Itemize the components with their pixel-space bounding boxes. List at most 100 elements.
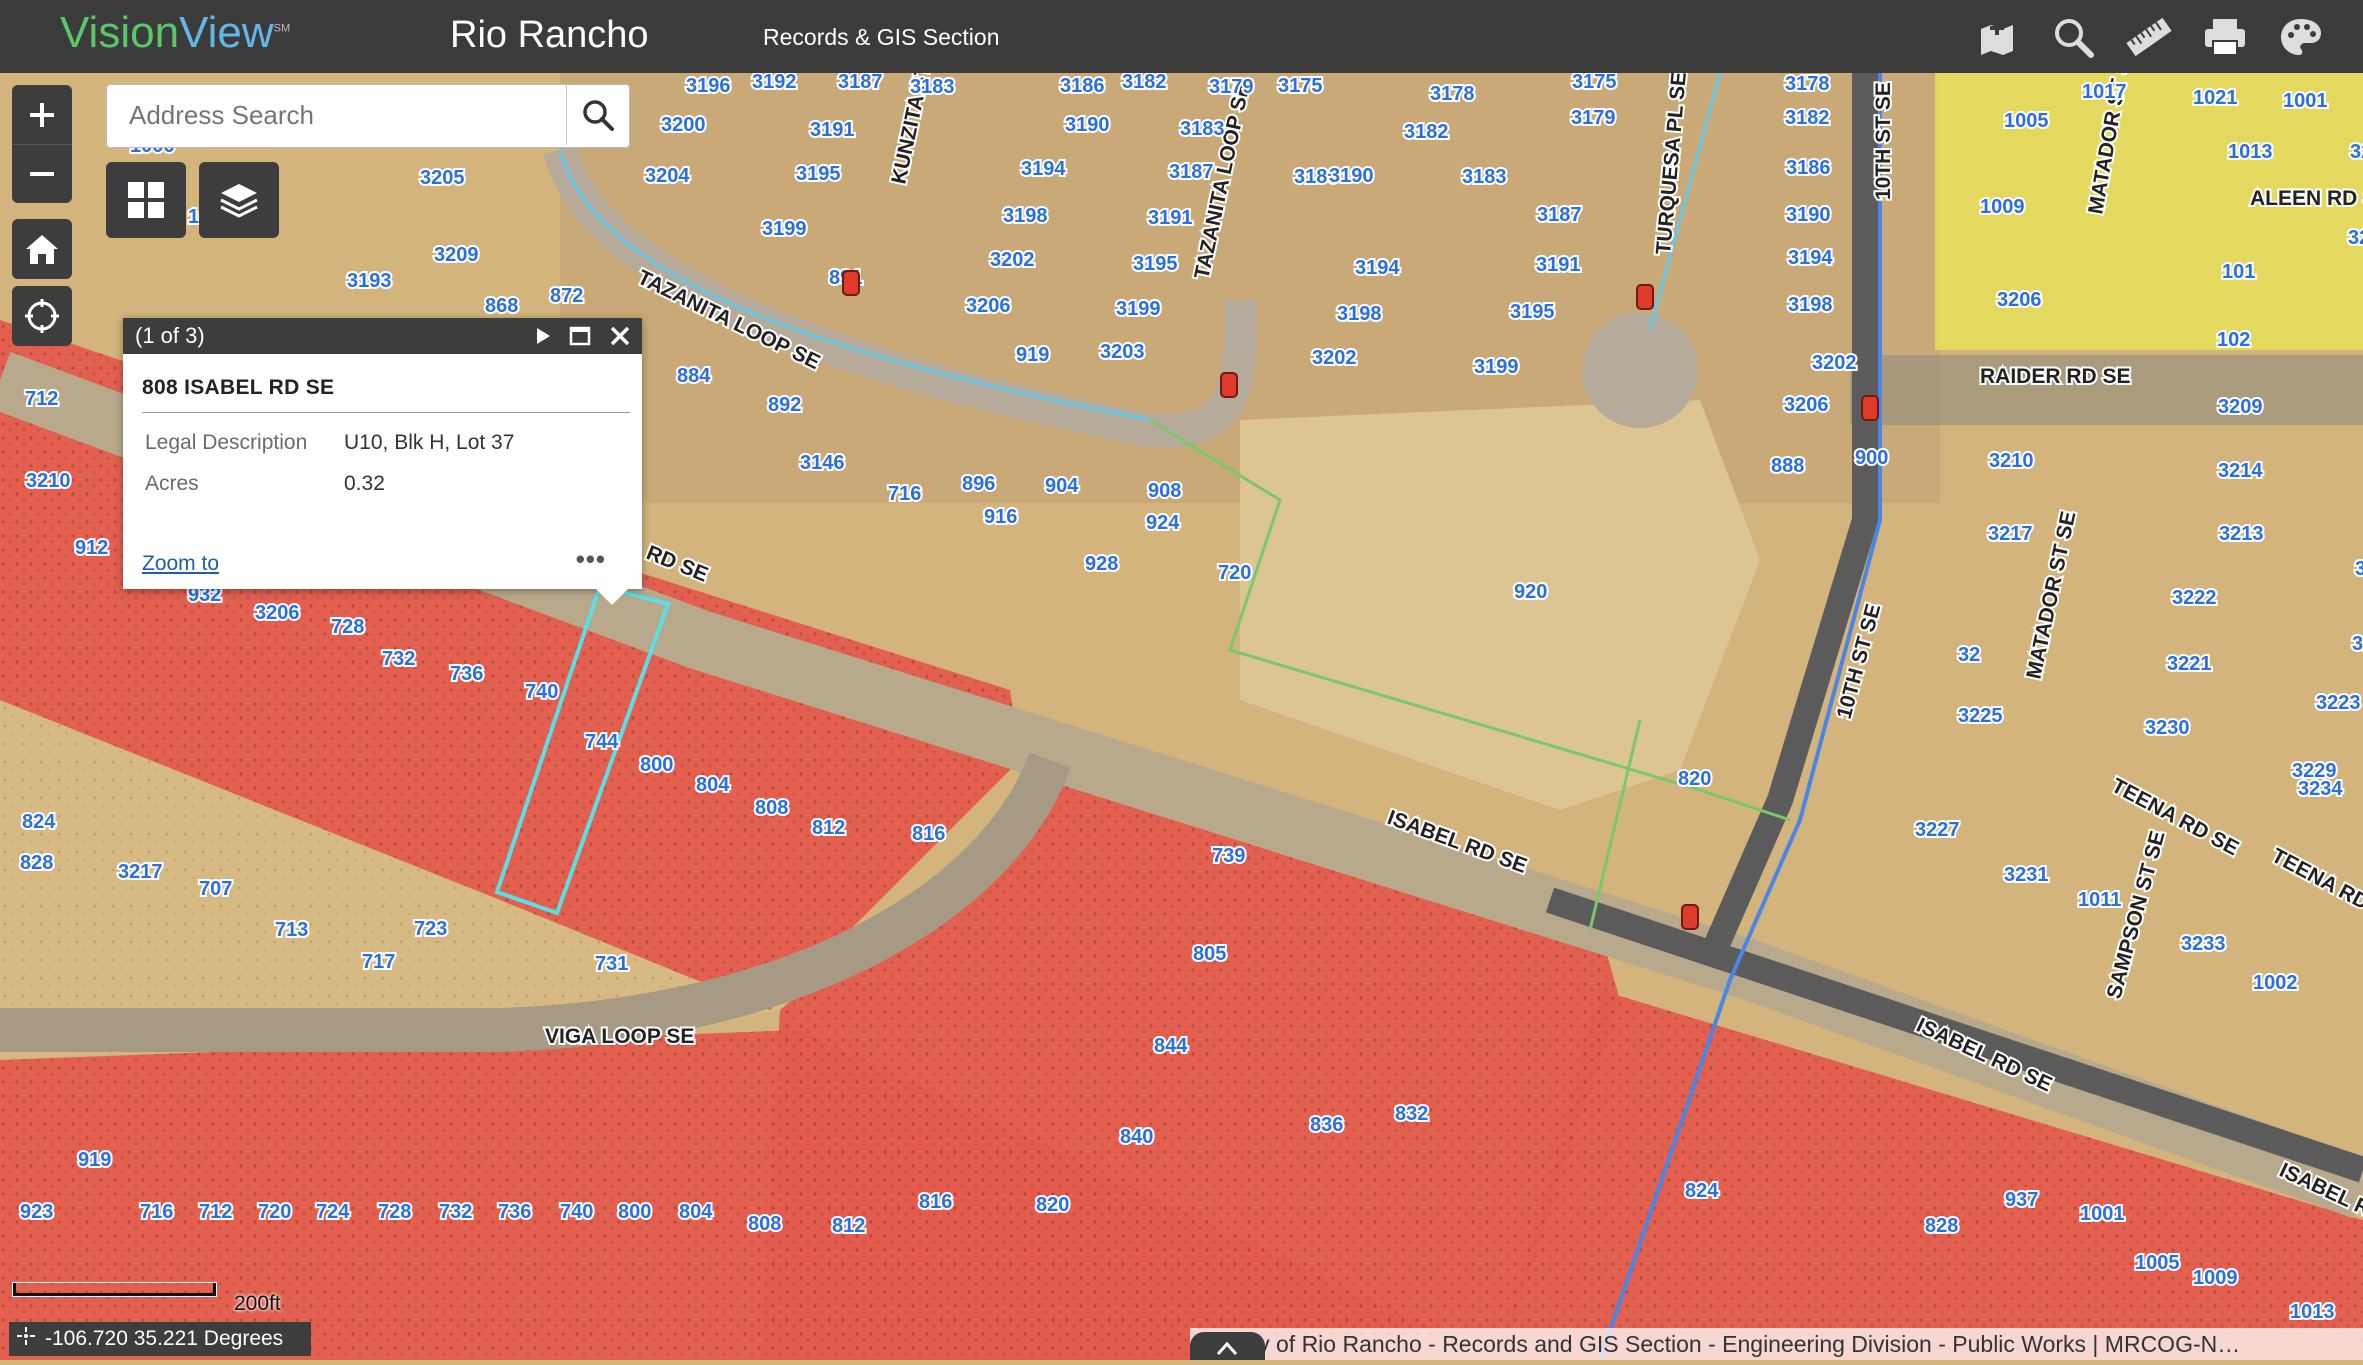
parcel-number-label: 928 — [1085, 553, 1118, 575]
crosshair-icon — [17, 1327, 35, 1351]
parcel-number-label: 3178 — [1785, 73, 1830, 95]
fire-hydrant-icon[interactable] — [842, 270, 860, 296]
maximize-icon[interactable] — [569, 326, 591, 351]
parcel-number-label: 3233 — [2181, 933, 2226, 955]
parcel-number-label: 732 — [382, 648, 415, 670]
field-label-acres: Acres — [145, 472, 199, 495]
parcel-number-label: 3217 — [1988, 523, 2033, 545]
parcel-number-label: 3195 — [796, 163, 841, 185]
parcel-popup: (1 of 3) 808 ISABEL RD SE Legal Descript… — [123, 318, 642, 589]
parcel-number-label: 1009 — [2193, 1267, 2238, 1289]
parcel-number-label: 844 — [1154, 1035, 1188, 1057]
parcel-number-label: 720 — [258, 1201, 291, 1223]
parcel-number-label: 3191 — [1536, 254, 1581, 276]
parcel-number-label: 840 — [1120, 1126, 1153, 1148]
print-icon[interactable] — [2198, 10, 2252, 64]
parcel-number-label: 3191 — [810, 119, 855, 141]
coordinate-readout[interactable]: -106.720 35.221 Degrees — [9, 1322, 311, 1356]
parcel-number-label: 828 — [1925, 1215, 1958, 1237]
app-subtitle[interactable]: Records & GIS Section — [763, 24, 1000, 51]
parcel-number-label: 3206 — [1784, 394, 1829, 416]
parcel-number-label: 3198 — [1003, 205, 1048, 227]
fire-hydrant-icon[interactable] — [1636, 284, 1654, 310]
parcel-number-label: 1005 — [2135, 1252, 2180, 1274]
zoom-out-button[interactable] — [12, 145, 72, 203]
parcel-number-label: 3230 — [2145, 717, 2190, 739]
parcel-number-label: 896 — [962, 473, 995, 495]
street-label: VIGA LOOP SE — [545, 1025, 694, 1048]
street-label: 10TH ST SE — [1872, 82, 1895, 200]
parcel-number-label: 816 — [919, 1191, 952, 1213]
parcel-number-label: 723 — [414, 918, 447, 940]
parcel-number-label: 3210 — [26, 470, 71, 492]
address-search — [106, 84, 630, 148]
parcel-number-label: 919 — [78, 1149, 111, 1171]
parcel-number-label: 3190 — [1329, 165, 1374, 187]
parcel-number-label: 3190 — [1786, 204, 1831, 226]
parcel-number-label: 1011 — [2078, 889, 2121, 911]
parcel-number-label: 3187 — [1537, 204, 1582, 226]
parcel-number-label: 3200 — [661, 114, 706, 136]
fire-hydrant-icon[interactable] — [1220, 372, 1238, 398]
more-options-icon[interactable]: ••• — [576, 544, 606, 575]
add-map-marker-icon[interactable] — [1970, 10, 2024, 64]
fire-hydrant-icon[interactable] — [1861, 395, 1879, 421]
parcel-number-label: 820 — [1678, 768, 1711, 790]
popup-divider — [142, 412, 630, 413]
parcel-number-label: 102 — [2217, 329, 2250, 351]
parcel-number-label: 101 — [2222, 261, 2255, 283]
top-bar: VisionViewSM Rio Rancho Records & GIS Se… — [0, 0, 2363, 73]
parcel-number-label: 3194 — [1355, 257, 1400, 279]
home-icon[interactable] — [12, 219, 72, 279]
parcel-number-label: 3218 — [2355, 558, 2363, 580]
parcel-number-label: 3190 — [1065, 114, 1110, 136]
popup-pager: (1 of 3) — [135, 323, 205, 348]
vision-view-logo: VisionViewSM — [60, 8, 290, 58]
zoom-in-button[interactable] — [12, 85, 72, 145]
parcel-number-label: 3198 — [1788, 294, 1833, 316]
parcel-number-label: 3195 — [1133, 253, 1178, 275]
parcel-number-label: 3222 — [2172, 587, 2217, 609]
parcel-number-label: 3194 — [1788, 247, 1833, 269]
parcel-number-label: 872 — [550, 285, 583, 307]
app-title: Rio Rancho — [450, 14, 649, 56]
locate-icon[interactable] — [12, 286, 72, 346]
parcel-number-label: 3179 — [1571, 107, 1616, 129]
parcel-number-label: 740 — [525, 681, 558, 703]
popup-pointer — [596, 589, 628, 605]
parcel-number-label: 739 — [1212, 845, 1245, 867]
parcel-number-label: 800 — [618, 1201, 651, 1223]
fire-hydrant-icon[interactable] — [1681, 904, 1699, 930]
grid-icon[interactable] — [106, 162, 186, 238]
map-canvas[interactable]: TAZANITA LOOP SE KUNZITA ST SE TAZANITA LO… — [0, 73, 2363, 1360]
parcel-number-label: 3213 — [2219, 523, 2264, 545]
parcel-number-label: 3182 — [1122, 73, 1167, 93]
street-label: RAIDER RD SE — [1980, 365, 2131, 388]
parcel-number-label: 3198 — [1337, 303, 1382, 325]
scale-bar — [13, 1283, 216, 1296]
parcel-number-label: 832 — [1395, 1103, 1428, 1125]
close-icon[interactable] — [609, 325, 631, 352]
magnifier-icon[interactable] — [2046, 10, 2100, 64]
basemap-palette-icon[interactable] — [2274, 10, 2328, 64]
parcel-number-label: 1013 — [2290, 1301, 2335, 1323]
parcel-number-label: 3206 — [966, 295, 1011, 317]
attribution-toggle[interactable] — [1190, 1332, 1265, 1360]
parcel-number-label: 1002 — [2253, 972, 2298, 994]
scale-label: 200ft — [234, 1292, 281, 1315]
measure-ruler-icon[interactable] — [2122, 10, 2176, 64]
parcel-number-label: 717 — [362, 951, 395, 973]
next-feature-icon[interactable] — [533, 326, 553, 351]
parcel-number-label: 900 — [1855, 447, 1888, 469]
map-layers: TAZANITA LOOP SEKUNZITA ST SE TAZANITA LO… — [0, 73, 2363, 1360]
search-input[interactable] — [107, 85, 567, 145]
parcel-number-label: 1009 — [1980, 196, 2025, 218]
parcel-number-label: 3201 — [2350, 141, 2363, 163]
search-button[interactable] — [566, 85, 629, 145]
parcel-number-label: 912 — [75, 537, 108, 559]
parcel-number-label: 908 — [1148, 480, 1181, 502]
zoom-to-link[interactable]: Zoom to — [142, 552, 219, 576]
parcel-number-label: 716 — [140, 1201, 173, 1223]
parcel-number-label: 3202 — [1812, 352, 1857, 374]
layers-icon[interactable] — [199, 162, 279, 238]
